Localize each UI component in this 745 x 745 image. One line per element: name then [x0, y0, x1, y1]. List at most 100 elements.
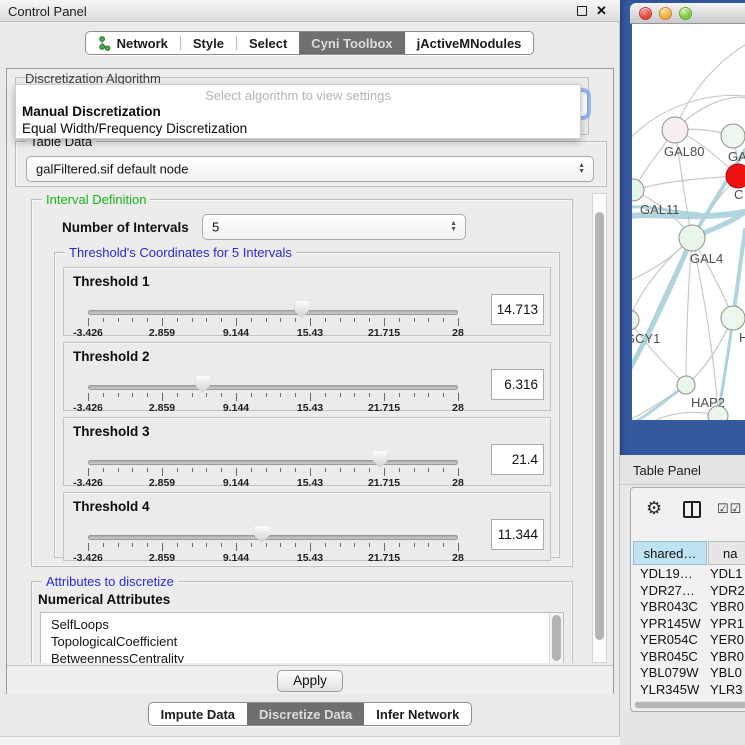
network-node[interactable] — [662, 117, 688, 143]
slider-handle[interactable] — [195, 376, 210, 393]
bottom-tab-bar: Impute Data Discretize Data Infer Networ… — [0, 702, 620, 726]
slider-track[interactable] — [88, 460, 458, 465]
dropdown-option-manual-discretization[interactable]: Manual Discretization — [16, 103, 580, 120]
column-header-name[interactable]: na — [708, 541, 745, 565]
tick-mark — [340, 543, 341, 547]
cell-name[interactable]: YLR3 — [710, 682, 743, 698]
network-node-label: C — [734, 187, 743, 202]
dropdown-option-equal-width-frequency[interactable]: Equal Width/Frequency Discretization — [16, 120, 580, 137]
threshold-4-slider[interactable]: -3.4262.8599.14415.4321.71528 — [88, 529, 458, 561]
tick-mark — [458, 318, 459, 326]
settings-scrollbar[interactable] — [592, 193, 607, 663]
mac-close-button[interactable] — [639, 7, 652, 20]
cell-shared-name[interactable]: YBR043C — [640, 599, 708, 615]
mac-zoom-button[interactable] — [679, 7, 692, 20]
table-row[interactable]: YDL19…YDL1 — [633, 566, 745, 583]
slider-handle[interactable] — [254, 526, 269, 543]
select-attributes-checkboxes-icon[interactable]: ☑☑ — [717, 501, 742, 517]
cell-shared-name[interactable]: YPR145W — [640, 616, 708, 632]
slider-handle[interactable] — [373, 451, 388, 468]
tab-impute-data[interactable]: Impute Data — [149, 703, 247, 725]
columns-icon[interactable] — [683, 501, 701, 518]
threshold-2-box: Threshold 2 -3.4262.8599.14415.4321.7152… — [63, 342, 551, 411]
network-node[interactable] — [632, 310, 639, 330]
network-node[interactable] — [679, 225, 705, 251]
slider-track[interactable] — [88, 385, 458, 390]
cell-shared-name[interactable]: YBL079W — [640, 665, 708, 681]
scrollbar-thumb[interactable] — [595, 212, 604, 640]
cell-name[interactable]: YPR1 — [710, 616, 744, 632]
tick-label: 28 — [452, 327, 464, 339]
threshold-4-value-field[interactable]: 11.344 — [491, 519, 544, 550]
list-item[interactable]: SelfLoops — [41, 616, 563, 633]
close-icon[interactable]: ✕ — [596, 3, 607, 19]
table-panel-header: Table Panel — [620, 455, 745, 485]
tick-mark — [384, 318, 385, 326]
table-row[interactable]: YDR27…YDR2 — [633, 583, 745, 600]
cell-name[interactable]: YER0 — [710, 632, 744, 648]
cell-shared-name[interactable]: YBR045C — [640, 649, 708, 665]
network-node[interactable] — [721, 124, 745, 148]
cell-name[interactable]: YBR0 — [710, 599, 744, 615]
threshold-3-slider[interactable]: -3.4262.8599.14415.4321.71528 — [88, 454, 458, 486]
mac-minimize-button[interactable] — [659, 7, 672, 20]
tick-mark — [340, 393, 341, 397]
slider-tick-labels: -3.4262.8599.14415.4321.71528 — [88, 327, 458, 339]
gear-icon[interactable]: ⚙ — [646, 498, 662, 519]
tab-cyni-toolbox[interactable]: Cyni Toolbox — [299, 32, 404, 54]
list-item[interactable]: BetweennessCentrality — [41, 650, 563, 663]
slider-handle[interactable] — [294, 301, 309, 318]
cell-name[interactable]: YDL1 — [710, 566, 743, 582]
apply-button[interactable]: Apply — [277, 670, 343, 692]
scrollbar-thumb[interactable] — [635, 702, 745, 708]
cell-name[interactable]: YBL0 — [710, 665, 742, 681]
threshold-1-slider[interactable]: -3.4262.8599.14415.4321.71528 — [88, 304, 458, 336]
tab-infer-network[interactable]: Infer Network — [364, 703, 471, 725]
tick-label: 28 — [452, 477, 464, 489]
network-node[interactable] — [721, 306, 745, 330]
threshold-2-value-field[interactable]: 6.316 — [491, 369, 544, 400]
cell-name[interactable]: YDR2 — [710, 583, 745, 599]
slider-track[interactable] — [88, 535, 458, 540]
cell-name[interactable]: YBR0 — [710, 649, 744, 665]
tick-mark — [147, 318, 148, 322]
tick-mark — [192, 543, 193, 547]
tab-style[interactable]: Style — [181, 32, 236, 54]
tick-mark — [295, 393, 296, 397]
numerical-attributes-list[interactable]: SelfLoops TopologicalCoefficient Between… — [40, 612, 564, 663]
slider-track[interactable] — [88, 310, 458, 315]
scrollbar-thumb[interactable] — [552, 615, 561, 661]
table-row[interactable]: YER054CYER0 — [633, 632, 745, 649]
tab-jactivemnodules[interactable]: jActiveMNodules — [405, 32, 534, 54]
tab-network[interactable]: Network — [86, 32, 180, 54]
cell-shared-name[interactable]: YER054C — [640, 632, 708, 648]
tab-select[interactable]: Select — [237, 32, 299, 54]
tick-mark — [340, 468, 341, 472]
table-row[interactable]: YBR043CYBR0 — [633, 599, 745, 616]
table-row[interactable]: YLR345WYLR3 — [633, 682, 745, 699]
list-scrollbar[interactable] — [549, 613, 563, 663]
cell-shared-name[interactable]: YDR27… — [640, 583, 708, 599]
threshold-3-value-field[interactable]: 21.4 — [491, 444, 544, 475]
table-row[interactable]: YBL079WYBL0 — [633, 665, 745, 682]
network-node-label: GAL80 — [664, 144, 704, 159]
cell-shared-name[interactable]: YDL19… — [640, 566, 708, 582]
list-item[interactable]: TopologicalCoefficient — [41, 633, 563, 650]
table-row[interactable]: YBR045CYBR0 — [633, 649, 745, 666]
number-of-intervals-combobox[interactable]: 5 ▲▼ — [202, 214, 466, 240]
network-window-titlebar[interactable] — [630, 3, 745, 24]
tab-discretize-data[interactable]: Discretize Data — [247, 703, 364, 725]
column-header-shared[interactable]: shared… — [633, 541, 707, 565]
threshold-2-slider[interactable]: -3.4262.8599.14415.4321.71528 — [88, 379, 458, 411]
network-node[interactable] — [632, 179, 644, 201]
network-node[interactable] — [677, 376, 695, 394]
table-row[interactable]: YPR145WYPR1 — [633, 616, 745, 633]
table-data-combobox[interactable]: galFiltered.sif default node ▲▼ — [26, 156, 594, 182]
table-horizontal-scrollbar[interactable] — [634, 701, 745, 709]
cell-shared-name[interactable]: YLR345W — [640, 682, 708, 698]
tab-cyni-toolbox-label: Cyni Toolbox — [311, 36, 392, 51]
float-window-icon[interactable] — [577, 6, 587, 16]
threshold-1-value-field[interactable]: 14.713 — [491, 294, 544, 325]
network-node[interactable] — [726, 164, 745, 188]
network-canvas[interactable]: GAL80GACGAL11GAL4GCY1HHAP2 — [632, 24, 745, 420]
